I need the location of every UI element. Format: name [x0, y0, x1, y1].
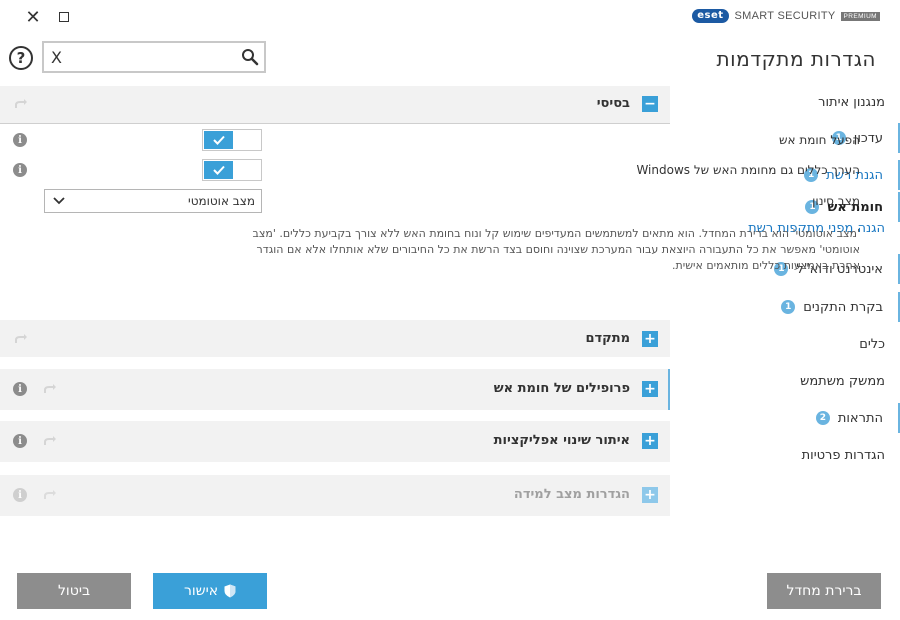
info-icon[interactable]: i: [13, 163, 27, 177]
section-title: פרופילים של חומת אש: [493, 381, 630, 396]
maximize-icon[interactable]: [53, 6, 75, 28]
section-advanced-header[interactable]: מתקדם +: [0, 320, 670, 357]
section-app-modification-header[interactable]: איתור שינוי אפליקציות + i: [0, 421, 670, 462]
revert-icon: [15, 99, 27, 108]
section-learning-mode-header[interactable]: הגדרות מצב למידה + i: [0, 475, 670, 516]
enable-firewall-switch[interactable]: [202, 129, 262, 151]
filtering-mode-description: 'מצב אוטומטי' הוא ברירת המחדל. הוא מתאים…: [252, 227, 860, 272]
search-icon[interactable]: [241, 48, 259, 66]
sidebar-item-label: כלים: [859, 336, 885, 352]
revert-icon: [44, 436, 56, 445]
default-button[interactable]: ברירת מחדל: [767, 573, 881, 609]
ok-button[interactable]: אישור: [153, 573, 267, 609]
sidebar-item-device-control[interactable]: בקרת התקנים 1: [670, 292, 900, 322]
sidebar-item-tools[interactable]: כלים: [670, 329, 900, 359]
expand-icon[interactable]: +: [642, 487, 658, 503]
chevron-down-icon: [53, 197, 65, 205]
search-box: X: [42, 41, 266, 73]
clear-search-icon[interactable]: X: [51, 48, 62, 67]
page-title: הגדרות מתקדמות: [716, 47, 876, 71]
sidebar-item-label: הגדרות פרטיות: [801, 447, 885, 463]
product-name: SMART SECURITY: [734, 10, 836, 22]
notification-badge: 2: [815, 411, 830, 425]
info-icon[interactable]: i: [13, 434, 27, 448]
eset-logo: eset: [692, 9, 729, 23]
close-icon[interactable]: ✕: [22, 6, 44, 28]
revert-icon: [44, 490, 56, 499]
sidebar-item-label: מנגנון איתור: [818, 94, 885, 110]
section-firewall-profiles-header[interactable]: פרופילים של חומת אש + i: [0, 369, 670, 410]
divider: [0, 123, 670, 124]
info-icon[interactable]: i: [13, 382, 27, 396]
sidebar-item-label: בקרת התקנים: [803, 299, 883, 315]
section-title: מתקדם: [585, 331, 630, 346]
expand-icon[interactable]: +: [642, 381, 658, 397]
info-icon: i: [13, 488, 27, 502]
evaluate-windows-rules-label: הערך כללים גם מחומת האש של Windows: [636, 163, 860, 177]
default-button-label: ברירת מחדל: [786, 583, 862, 599]
sidebar-item-label: התראות: [837, 410, 883, 426]
section-basic-header[interactable]: בסיסי −: [0, 86, 670, 123]
cancel-button-label: ביטול: [57, 583, 91, 599]
sidebar-item-user-interface[interactable]: ממשק משתמש: [670, 366, 900, 396]
filtering-mode-label: מצב סינון: [812, 194, 860, 208]
section-title: הגדרות מצב למידה: [513, 487, 630, 502]
check-icon: [204, 131, 233, 149]
section-title: בסיסי: [596, 96, 630, 111]
collapse-icon[interactable]: −: [642, 96, 658, 112]
revert-icon: [15, 334, 27, 343]
revert-icon: [44, 384, 56, 393]
selected-indicator: [668, 369, 670, 410]
sidebar-item-notifications[interactable]: התראות 2: [670, 403, 900, 433]
expand-icon[interactable]: +: [642, 433, 658, 449]
search-input[interactable]: [72, 46, 240, 68]
ok-button-label: אישור: [183, 583, 219, 599]
sidebar-item-privacy-settings[interactable]: הגדרות פרטיות: [670, 440, 900, 470]
shield-icon: [224, 584, 236, 598]
brand-logo: eset SMART SECURITY PREMIUM: [692, 8, 880, 24]
filtering-mode-value: מצב אוטומטי: [188, 194, 255, 208]
filtering-mode-select[interactable]: מצב אוטומטי: [44, 189, 262, 213]
expand-icon[interactable]: +: [642, 331, 658, 347]
evaluate-windows-rules-switch[interactable]: [202, 159, 262, 181]
info-icon[interactable]: i: [13, 133, 27, 147]
help-icon[interactable]: ?: [9, 46, 33, 70]
sidebar-item-label: ממשק משתמש: [800, 373, 885, 389]
check-icon: [204, 161, 233, 179]
cancel-button[interactable]: ביטול: [17, 573, 131, 609]
notification-badge: 1: [781, 300, 796, 314]
sidebar-item-detection-engine[interactable]: מנגנון איתור: [670, 87, 900, 117]
product-edition: PREMIUM: [840, 11, 880, 21]
enable-firewall-label: הפעל חומת אש: [779, 133, 860, 147]
section-title: איתור שינוי אפליקציות: [493, 433, 630, 448]
